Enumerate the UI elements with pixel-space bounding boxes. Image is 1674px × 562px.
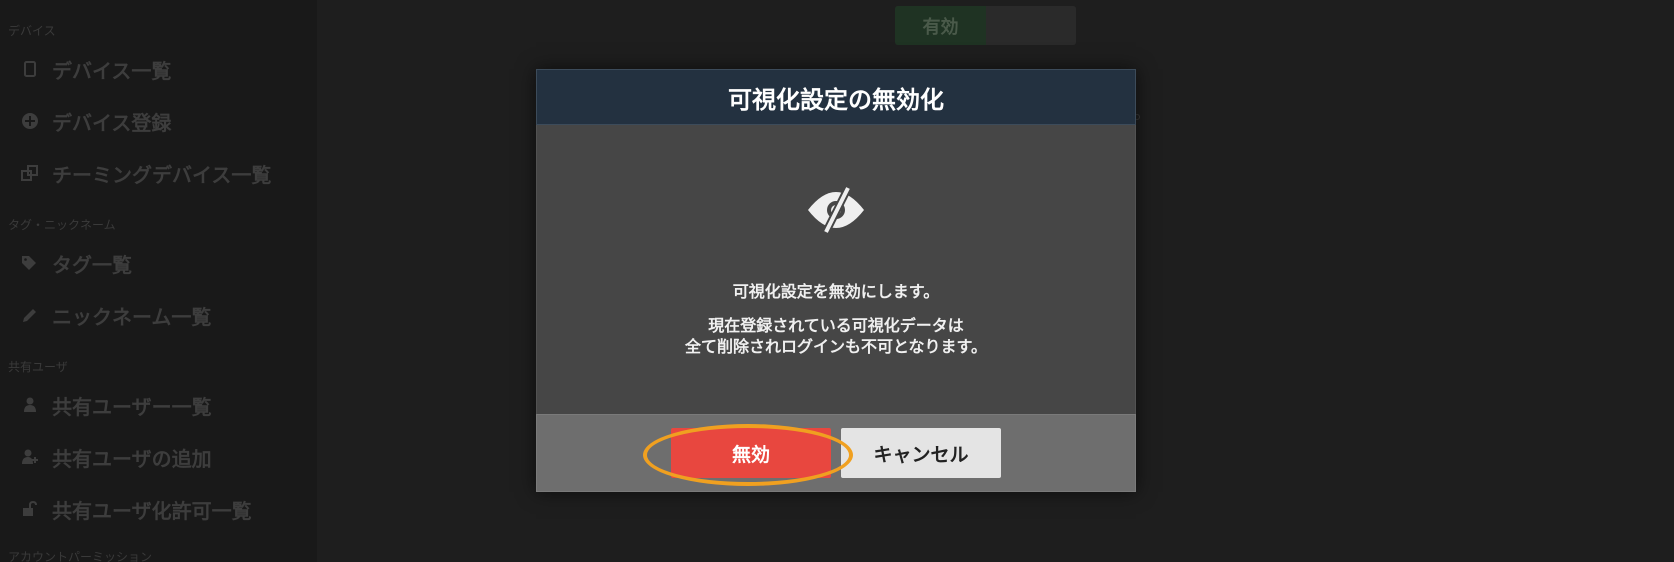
sidebar-item-label: 共有ユーザ化許可一覧 [52,498,252,523]
sidebar-item-shared-user-list[interactable]: 共有ユーザー一覧 [20,390,212,420]
plus-circle-icon [20,111,40,131]
clone-icon [20,163,40,183]
sidebar-item-label: ニックネーム一覧 [52,304,212,329]
sidebar-item-label: 共有ユーザの追加 [52,446,212,471]
modal-title: 可視化設定の無効化 [536,69,1136,125]
modal-message-secondary-line2: 全て削除されログインも不可となります。 [685,337,987,356]
sidebar-item-shared-user-permissions[interactable]: 共有ユーザ化許可一覧 [20,494,252,524]
sidebar-item-tag-list[interactable]: タグ一覧 [20,248,132,278]
modal-footer: 無効 キャンセル [536,414,1136,492]
sidebar: デバイス デバイス一覧 デバイス登録 チーミングデバイス一覧 タグ・ニックネーム… [0,0,317,562]
modal-message-secondary: 現在登録されている可視化データは 全て削除されログインも不可となります。 [537,315,1135,357]
eye-slash-icon [801,185,871,235]
modal-body: 可視化設定を無効にします。 現在登録されている可視化データは 全て削除されログイ… [536,125,1136,414]
sidebar-section-account-permissions: アカウントパーミッション [8,550,153,562]
disable-button[interactable]: 無効 [671,428,831,478]
user-plus-icon [20,447,40,467]
sidebar-item-label: デバイス登録 [52,110,172,135]
sidebar-item-add-shared-user[interactable]: 共有ユーザの追加 [20,442,212,472]
sidebar-item-label: チーミングデバイス一覧 [52,162,272,187]
sidebar-item-nickname-list[interactable]: ニックネーム一覧 [20,300,211,330]
sidebar-section-shared-users: 共有ユーザ [8,360,68,374]
pencil-icon [20,305,40,325]
sidebar-item-device-register[interactable]: デバイス登録 [20,106,171,136]
sidebar-item-label: タグ一覧 [52,252,132,277]
toggle-on-label: 有効 [895,6,986,45]
cancel-button[interactable]: キャンセル [841,428,1001,478]
sidebar-section-devices: デバイス [8,24,56,38]
disable-visualization-modal: 可視化設定の無効化 可視化設定を無効にします。 現在登録されている可視化データは… [536,69,1136,492]
unlock-icon [20,499,40,519]
sidebar-item-device-list[interactable]: デバイス一覧 [20,54,171,84]
sidebar-section-tags: タグ・ニックネーム [8,218,116,232]
user-icon [20,395,40,415]
sidebar-item-teaming-devices[interactable]: チーミングデバイス一覧 [20,158,271,188]
tags-icon [20,253,40,273]
enable-toggle[interactable]: 有効 [895,6,1076,45]
toggle-off-segment[interactable] [986,6,1076,45]
modal-message-secondary-line1: 現在登録されている可視化データは [708,316,964,335]
tablet-icon [20,59,40,79]
sidebar-item-label: デバイス一覧 [52,58,172,83]
sidebar-item-label: 共有ユーザー一覧 [52,394,212,419]
modal-message-primary: 可視化設定を無効にします。 [732,282,940,301]
